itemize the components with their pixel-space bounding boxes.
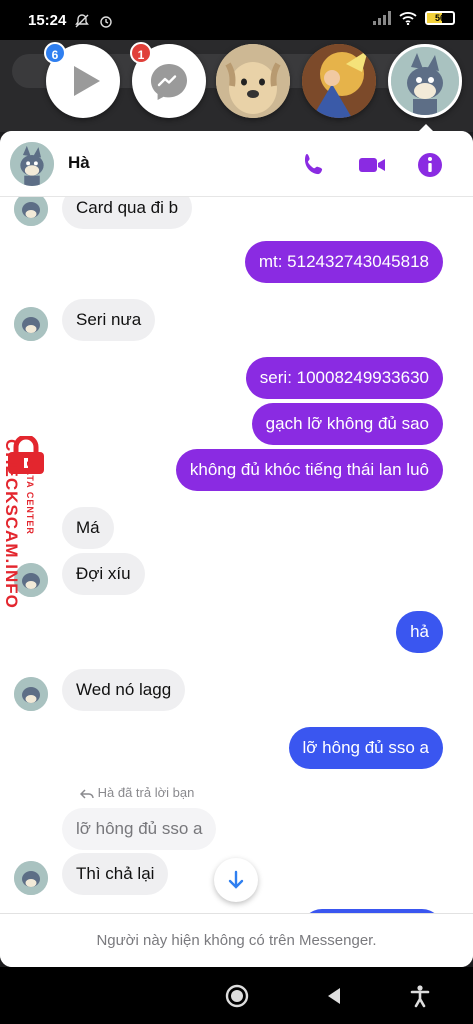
game-character-avatar (302, 44, 376, 118)
alarm-icon (99, 15, 112, 28)
reply-indicator: Hà đã trả lời bạn (79, 785, 195, 800)
message-incoming[interactable]: Đợi xíu (62, 553, 145, 595)
info-icon (418, 153, 442, 177)
home-button[interactable] (224, 983, 250, 1009)
message-outgoing[interactable]: không đủ khóc tiếng thái lan luô (175, 449, 443, 491)
home-circle-icon (225, 984, 249, 1008)
message-outgoing[interactable]: mt: 512432743045818 (244, 241, 443, 283)
signal-icon (373, 11, 391, 25)
message-incoming[interactable]: Thì chả lại (62, 853, 169, 895)
status-indicators: 56 (373, 11, 455, 25)
phone-icon (305, 154, 323, 175)
sender-avatar (14, 197, 48, 226)
chat-panel: Hà Card qua đi b mt: 512432743045818 Ser… (0, 131, 473, 967)
sender-avatar (14, 677, 48, 711)
status-bar: 15:24 56 (0, 0, 473, 40)
chat-header: Hà (0, 131, 473, 197)
watermark: DATA CENTER CHECKSCAM.INFO (0, 436, 54, 666)
info-button[interactable] (414, 149, 446, 181)
unread-badge: 1 (130, 42, 152, 64)
system-nav-bar (0, 967, 473, 1024)
mute-icon (75, 13, 89, 28)
status-time: 15:24 (28, 12, 67, 29)
message-outgoing[interactable]: hả (396, 611, 443, 653)
battery-level: 56 (434, 13, 445, 23)
tom-cat-avatar (10, 142, 54, 186)
message-incoming[interactable]: Seri nưa (62, 299, 156, 341)
unavailable-notice: Người này hiện không có trên Messenger. (0, 913, 473, 967)
chat-head-tom-avatar[interactable] (388, 44, 462, 118)
message-outgoing[interactable]: gạch lỡ không đủ sao (251, 403, 443, 445)
accessibility-button[interactable] (407, 983, 433, 1009)
tom-cat-avatar (391, 47, 459, 115)
chat-head-play[interactable]: 6 (44, 42, 120, 118)
back-button[interactable] (322, 983, 348, 1009)
watermark-main: CHECKSCAM.INFO (2, 439, 21, 609)
sender-avatar (14, 307, 48, 341)
video-call-button[interactable] (356, 149, 388, 181)
reply-label-text: Hà đã trả lời bạn (97, 785, 195, 800)
accessibility-icon (410, 985, 430, 1008)
message-list[interactable]: Card qua đi b mt: 512432743045818 Seri n… (0, 197, 473, 913)
contact-name[interactable]: Hà (68, 153, 90, 173)
message-outgoing[interactable]: seri: 10008249933630 (245, 357, 443, 399)
reply-arrow-icon (79, 789, 94, 799)
chat-head-dog-avatar[interactable] (216, 44, 290, 118)
battery-icon: 56 (425, 11, 455, 25)
chat-head-game-avatar[interactable] (302, 44, 376, 118)
quoted-message[interactable]: lỡ hông đủ sso a (62, 808, 217, 850)
message-incoming[interactable]: Card qua đi b (62, 197, 193, 229)
message-outgoing[interactable]: lỡ hông đủ sso a (288, 727, 443, 769)
scroll-to-bottom-button[interactable] (214, 858, 258, 902)
chat-heads: 6 1 (0, 40, 473, 132)
arrow-down-icon (228, 870, 244, 889)
message-incoming[interactable]: Wed nó lagg (62, 669, 186, 711)
unread-badge: 6 (44, 42, 66, 64)
sender-avatar (14, 861, 48, 895)
wifi-icon (399, 12, 417, 25)
dog-avatar (216, 44, 290, 118)
watermark-sub: DATA CENTER (25, 461, 35, 535)
contact-avatar[interactable] (10, 142, 54, 186)
notification-icons (74, 12, 114, 29)
call-button[interactable] (298, 149, 330, 181)
chat-head-messenger[interactable]: 1 (130, 42, 206, 118)
back-triangle-icon (328, 988, 340, 1004)
video-camera-icon (359, 158, 385, 172)
message-incoming[interactable]: Má (62, 507, 114, 549)
